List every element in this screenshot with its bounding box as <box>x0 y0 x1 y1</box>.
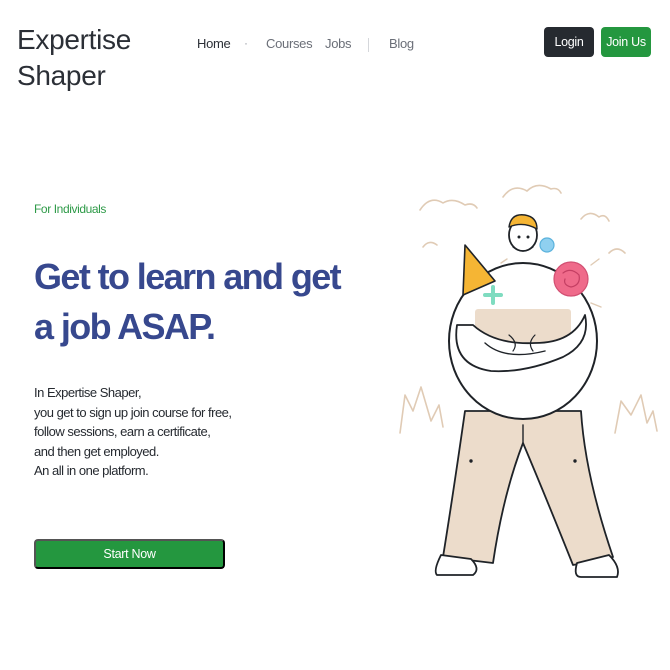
blue-dot <box>539 237 555 253</box>
nav-item-blog[interactable]: Blog <box>389 36 414 51</box>
nav-item-jobs[interactable]: Jobs <box>325 36 352 51</box>
description-line: In Expertise Shaper, <box>34 385 142 400</box>
login-button[interactable]: Login <box>544 27 594 57</box>
legs <box>442 410 614 566</box>
brand-logo[interactable]: Expertise Shaper <box>17 22 131 94</box>
description-line: and then get employed. <box>34 443 159 459</box>
brand-line-2: Shaper <box>17 60 106 91</box>
hero-headline: Get to learn and get a job ASAP. <box>34 256 342 347</box>
nav-divider <box>368 38 369 52</box>
hero-illustration <box>399 184 658 578</box>
nav-item-home[interactable]: Home <box>197 36 231 51</box>
nav-separator-dot: · <box>244 36 248 50</box>
description-line: An all in one platform. <box>34 463 149 478</box>
audience-tag: For Individuals <box>34 202 107 216</box>
start-now-button[interactable]: Start Now <box>34 539 225 569</box>
description-line: you get to sign up join course for free, <box>34 404 232 420</box>
nav-item-courses[interactable]: Courses <box>266 36 313 51</box>
description-line: follow sessions, earn a certificate, <box>34 424 211 439</box>
hero-description: In Expertise Shaper, you get to sign up … <box>34 383 274 481</box>
join-us-button[interactable]: Join Us <box>601 27 651 57</box>
brand-line-1: Expertise <box>17 24 132 55</box>
pink-circle <box>553 261 589 297</box>
